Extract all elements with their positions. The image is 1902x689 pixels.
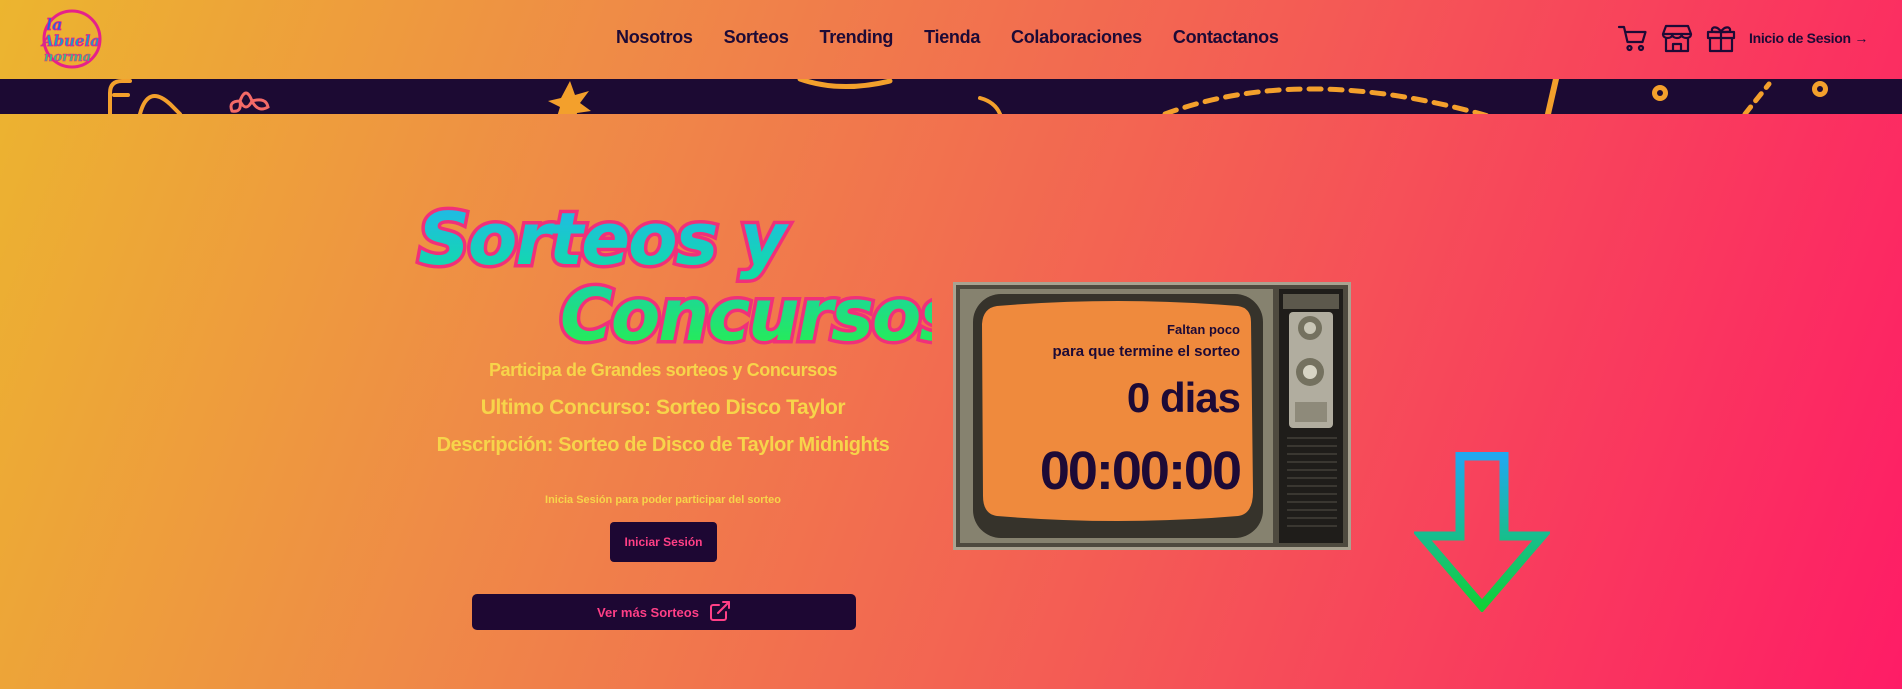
menu-colaboraciones[interactable]: Colaboraciones bbox=[1011, 27, 1142, 48]
hero-title: Sorteos y Concursos bbox=[412, 194, 966, 361]
login-button-label: Iniciar Sesión bbox=[624, 535, 703, 549]
title-line-2: Concursos bbox=[560, 273, 932, 350]
cart-icon[interactable] bbox=[1617, 22, 1649, 54]
countdown-line-1: Faltan poco bbox=[1167, 322, 1240, 337]
svg-text:norma: norma bbox=[44, 50, 91, 65]
nav-icon-group bbox=[1617, 22, 1737, 54]
main-menu: Nosotros Sorteos Trending Tienda Colabor… bbox=[616, 27, 1279, 48]
arrow-down-icon bbox=[1412, 451, 1552, 613]
menu-sorteos[interactable]: Sorteos bbox=[724, 27, 789, 48]
countdown-line-2: para que termine el sorteo bbox=[1052, 343, 1240, 360]
decorative-banner bbox=[0, 79, 1902, 114]
menu-trending[interactable]: Trending bbox=[820, 27, 894, 48]
more-raffles-button[interactable]: Ver más Sorteos bbox=[472, 594, 856, 630]
countdown-time: 00:00:00 bbox=[1039, 441, 1242, 501]
navbar: la Abuela norma Nosotros Sorteos Trendin… bbox=[0, 0, 1902, 79]
more-raffles-label: Ver más Sorteos bbox=[597, 604, 699, 620]
menu-nosotros[interactable]: Nosotros bbox=[616, 27, 693, 48]
brand-logo[interactable]: la Abuela norma bbox=[38, 6, 106, 72]
title-line-1: Sorteos y bbox=[418, 200, 789, 281]
login-link[interactable]: Inicio de Sesion → bbox=[1749, 30, 1868, 46]
store-icon[interactable] bbox=[1661, 22, 1693, 54]
countdown-days: 0 dias bbox=[1126, 374, 1241, 421]
login-button[interactable]: Iniciar Sesión bbox=[610, 522, 717, 562]
menu-contactanos[interactable]: Contactanos bbox=[1173, 27, 1279, 48]
menu-tienda[interactable]: Tienda bbox=[924, 27, 980, 48]
gift-icon[interactable] bbox=[1705, 22, 1737, 54]
external-link-icon bbox=[709, 600, 731, 625]
svg-text:Abuela: Abuela bbox=[40, 32, 100, 50]
